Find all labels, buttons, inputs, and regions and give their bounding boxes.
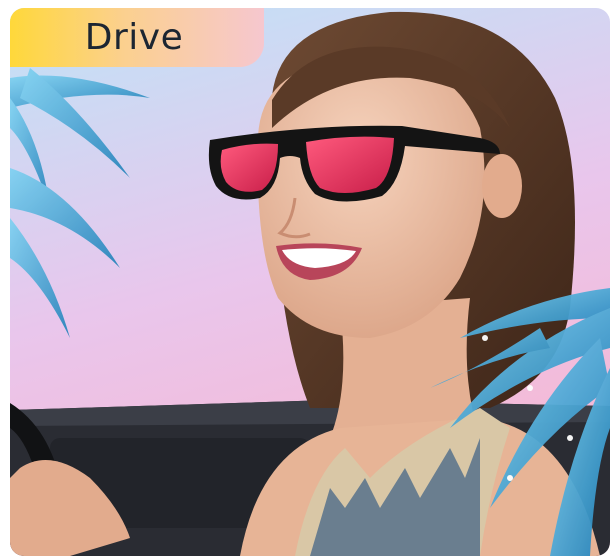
ear [482, 154, 522, 218]
drive-badge: Drive [10, 8, 264, 67]
driver-photo [10, 8, 610, 556]
photo-frame [10, 8, 610, 556]
badge-label: Drive [84, 17, 184, 58]
